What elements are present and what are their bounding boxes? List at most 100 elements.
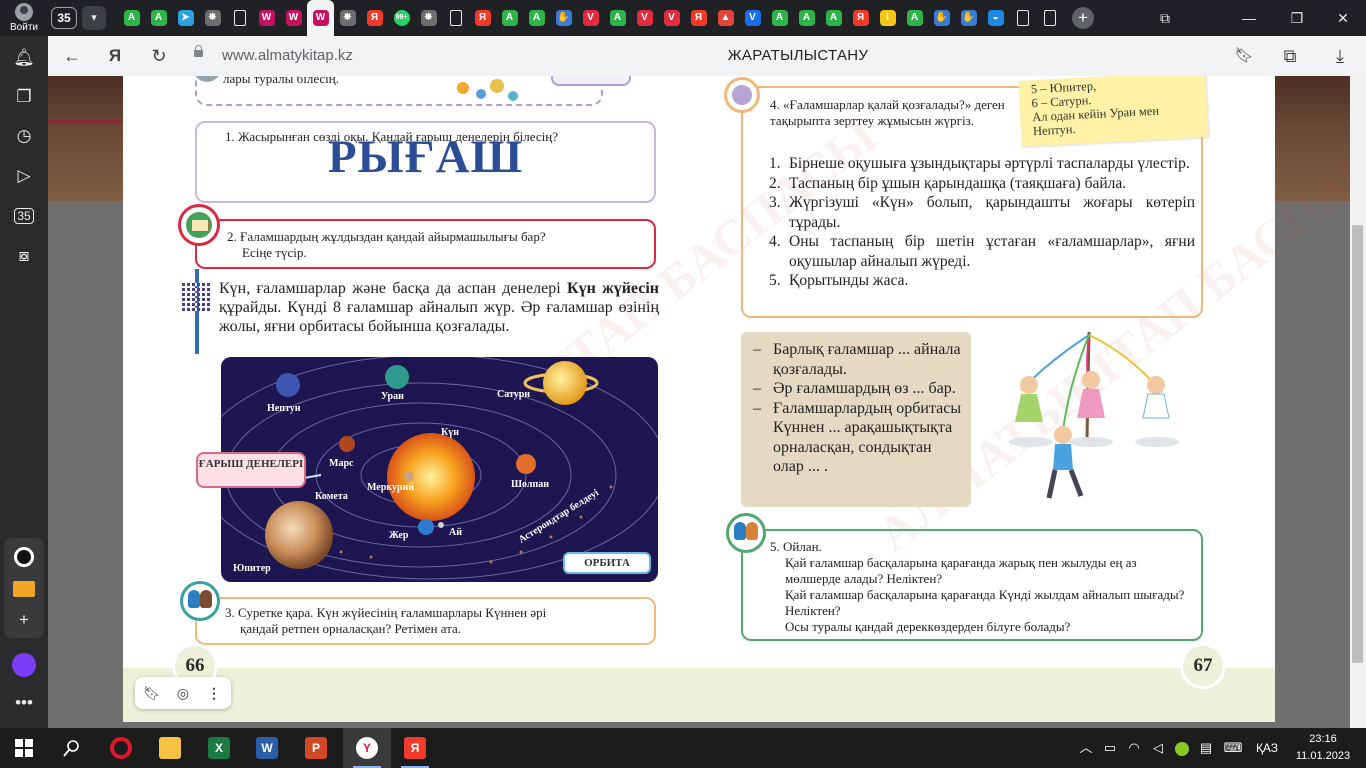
excel-icon[interactable]: X (195, 728, 243, 768)
reload-icon[interactable]: ↻ (143, 40, 175, 72)
browser-tab[interactable]: ✋ (550, 0, 577, 36)
browser-tab[interactable]: ✸ (334, 0, 361, 36)
browser-tab[interactable]: A (118, 0, 145, 36)
yandex-icon[interactable]: Я (391, 728, 439, 768)
browser-tab[interactable]: ➤ (172, 0, 199, 36)
alice-icon[interactable] (8, 540, 40, 572)
browser-tab[interactable] (1036, 0, 1063, 36)
solar-label-jupiter: Юпитер (233, 563, 271, 574)
windows-taskbar: X W P Y Я ︿ ▭ ◠ ◁ ▤ ⌨ ҚАЗ 23:16 11.01.20… (0, 728, 1366, 768)
browser-tab[interactable]: V (577, 0, 604, 36)
browser-tab[interactable]: ✋ (955, 0, 982, 36)
tray-expand-icon[interactable]: ︿ (1076, 738, 1096, 758)
browser-tab[interactable]: A (496, 0, 523, 36)
more-options-icon[interactable]: ⋮ (199, 677, 229, 709)
browser-tab[interactable]: A (145, 0, 172, 36)
back-arrow-icon[interactable]: ← (56, 40, 88, 72)
green-triangle-icon: A (150, 10, 167, 26)
download-icon[interactable]: ⤓ (1324, 40, 1356, 72)
browser-tab[interactable]: 99+ (388, 0, 415, 36)
notes-icon[interactable]: ▤ (1196, 738, 1216, 758)
bookmark-icon[interactable]: 🔖︎ (1228, 40, 1260, 72)
tab-search-icon[interactable]: ⧉ (1142, 0, 1188, 36)
browser-tab[interactable]: V (739, 0, 766, 36)
windows-start-icon[interactable] (0, 728, 48, 768)
history-icon[interactable]: ◷ (8, 120, 40, 152)
browser-tab[interactable]: Я (847, 0, 874, 36)
yandex-browser-icon[interactable]: Y (343, 728, 391, 768)
browser-tab[interactable]: A (793, 0, 820, 36)
envelope-icon (178, 204, 220, 246)
browser-tab[interactable]: ✋ (928, 0, 955, 36)
alice-assistant-icon[interactable] (8, 648, 40, 680)
browser-tab[interactable]: ✸ (415, 0, 442, 36)
solar-label-mars: Марс (329, 458, 354, 469)
browser-tab[interactable]: A (901, 0, 928, 36)
browser-tab[interactable]: W (253, 0, 280, 36)
mail-icon[interactable] (8, 572, 40, 604)
browser-tab[interactable]: A (604, 0, 631, 36)
task-4-step: 4. Оны таспаның бір шетін ұстаған «ғаламш… (769, 232, 1195, 271)
browser-tab[interactable] (1009, 0, 1036, 36)
sidebar-tabs-badge: 35 (14, 208, 34, 224)
bookmark-icon[interactable]: 🔖︎ (137, 677, 167, 709)
keyboard-icon[interactable]: ⌨ (1220, 738, 1246, 758)
yandex-home-icon[interactable]: Я (99, 40, 131, 72)
book-cover-icon: W (258, 10, 275, 26)
browser-tab[interactable]: ◒ (982, 0, 1009, 36)
floating-toolbar: 🔖︎ ◎ ⋮ (135, 677, 231, 709)
browser-tab[interactable]: W (307, 0, 334, 36)
powerpoint-icon[interactable]: P (292, 728, 340, 768)
clock[interactable]: 23:16 11.01.2023 (1290, 731, 1356, 765)
screenshot-icon[interactable]: ⧇ (8, 240, 40, 272)
opera-icon[interactable] (97, 728, 145, 768)
wifi-icon[interactable]: ◠ (1124, 738, 1144, 758)
scrollbar-thumb[interactable] (1352, 225, 1363, 663)
tab-list-dropdown-icon[interactable]: ▾ (82, 6, 106, 30)
browser-tab[interactable]: V (658, 0, 685, 36)
tabs-35-icon[interactable]: 35 (8, 200, 40, 232)
gear-icon: ✸ (204, 10, 221, 26)
maximize-button[interactable]: ❐ (1274, 0, 1320, 36)
document-icon (233, 10, 246, 26)
qr-code-icon[interactable] (182, 281, 210, 311)
browser-tab[interactable] (226, 0, 253, 36)
minimize-button[interactable]: — (1226, 0, 1272, 36)
bell-icon[interactable]: 🔔︎ (8, 42, 40, 74)
add-icon[interactable]: + (8, 604, 40, 636)
browser-tab[interactable]: Я (685, 0, 712, 36)
volume-icon[interactable]: ◁ (1148, 738, 1168, 758)
browser-tab[interactable]: ▲ (712, 0, 739, 36)
browser-tab[interactable]: i (874, 0, 901, 36)
file-explorer-icon[interactable] (146, 728, 194, 768)
new-tab-button[interactable]: + (1072, 7, 1094, 29)
battery-icon[interactable]: ▭ (1100, 738, 1120, 758)
browser-tab[interactable]: A (820, 0, 847, 36)
green-triangle-icon: A (609, 10, 626, 26)
lock-icon[interactable] (194, 45, 203, 57)
tab-count-badge[interactable]: 35 (51, 7, 77, 29)
browser-tab[interactable]: Я (361, 0, 388, 36)
browser-tab[interactable]: ✸ (199, 0, 226, 36)
browser-tab[interactable]: A (523, 0, 550, 36)
play-icon[interactable]: ▷ (8, 160, 40, 192)
camera-icon[interactable]: ◎ (168, 677, 198, 709)
search-icon[interactable] (48, 728, 96, 768)
close-window-button[interactable]: ✕ (1320, 0, 1366, 36)
language-indicator[interactable]: ҚАЗ (1252, 738, 1282, 758)
reader-icon[interactable]: ⧉ (1274, 40, 1306, 72)
url-field[interactable]: www.almatykitap.kz (222, 47, 353, 64)
browser-tab[interactable]: W (280, 0, 307, 36)
solar-label-sun: Күн (441, 427, 459, 438)
word-icon[interactable]: W (243, 728, 291, 768)
page-viewport[interactable]: АЛМАТЫКІТАП БАСПАСЫ АЛМАТЫКІТАП БАСПАСЫ … (48, 76, 1350, 728)
browser-tab[interactable]: Я (469, 0, 496, 36)
profile-button[interactable]: Войти (4, 2, 44, 34)
browser-tab[interactable]: A (766, 0, 793, 36)
browser-tab[interactable] (442, 0, 469, 36)
collections-icon[interactable]: ❐ (8, 81, 40, 113)
browser-tab[interactable]: V (631, 0, 658, 36)
shield-icon: V (663, 10, 680, 26)
app-status-icon[interactable] (1172, 738, 1192, 758)
more-icon[interactable]: ••• (8, 687, 40, 719)
